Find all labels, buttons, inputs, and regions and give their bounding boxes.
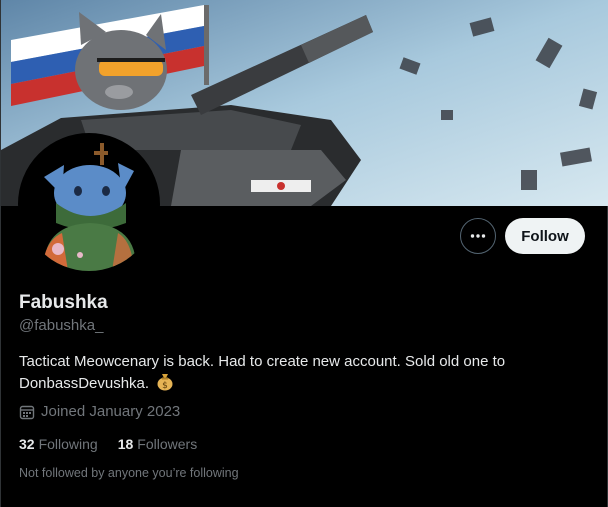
join-date-text: Joined January 2023 xyxy=(41,403,181,420)
following-label: Following xyxy=(38,436,98,452)
profile-bio-text: Tacticat Meowcenary is back. Had to crea… xyxy=(19,353,506,392)
profile-name: Fabushka xyxy=(19,292,108,313)
profile-page: Follow Fabushka @fabushka_ Tacticat Meow… xyxy=(0,0,608,507)
following-link[interactable]: 32 Following xyxy=(19,436,98,452)
profile-handle: @fabushka_ xyxy=(19,317,104,334)
followers-link[interactable]: 18 Followers xyxy=(118,436,197,452)
follow-stats: 32 Following 18 Followers xyxy=(19,436,197,452)
following-count: 32 xyxy=(19,436,35,452)
not-followed-note: Not followed by anyone you’re following xyxy=(19,466,239,480)
more-options-button[interactable] xyxy=(460,218,496,254)
svg-text:$: $ xyxy=(162,381,168,391)
followers-count: 18 xyxy=(117,436,134,452)
followers-label: Followers xyxy=(137,436,198,452)
profile-bio: Tacticat Meowcenary is back. Had to crea… xyxy=(19,351,579,397)
follow-button[interactable]: Follow xyxy=(505,218,585,254)
more-horizontal-icon xyxy=(470,234,486,238)
money-bag-icon: $ xyxy=(156,372,174,397)
profile-avatar[interactable] xyxy=(18,133,160,275)
calendar-icon xyxy=(19,405,35,419)
join-date: Joined January 2023 xyxy=(19,403,180,420)
